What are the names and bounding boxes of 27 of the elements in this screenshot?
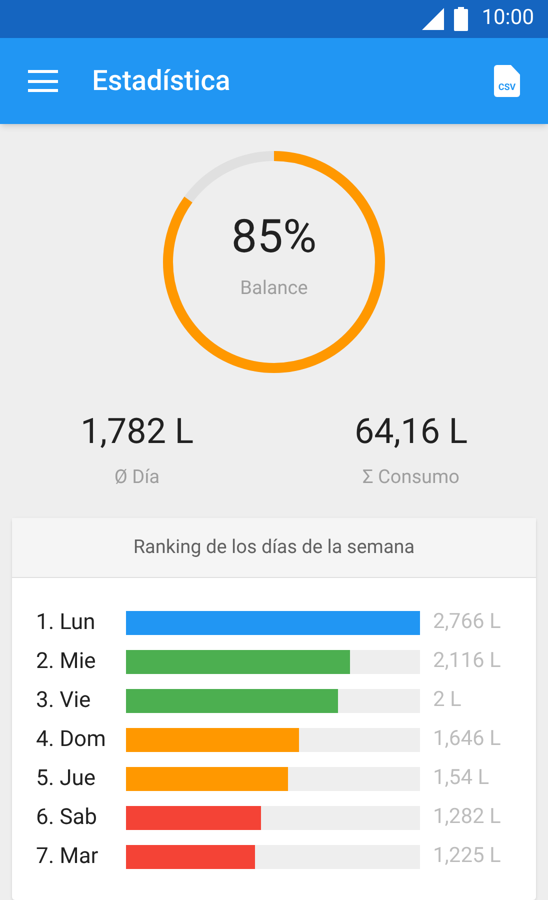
stat-value: 1,782 L — [80, 414, 194, 449]
day-label: 3. Vie — [36, 687, 92, 715]
day-value: 1,282 L — [433, 804, 501, 831]
day-label: 4. Dom — [36, 726, 107, 754]
day-label: 1. Lun — [36, 609, 96, 637]
clock: 10:00 — [482, 5, 534, 32]
day-value: 1,225 L — [433, 842, 501, 870]
day-value: 2,116 L — [433, 648, 501, 675]
day-value: 2 L — [433, 686, 462, 714]
day-value: 1,54 L — [433, 764, 490, 792]
menu-icon[interactable] — [28, 70, 58, 92]
day-label: 7. Mar — [36, 843, 100, 871]
stat-label: Σ Consumo — [362, 464, 460, 490]
csv-export-button[interactable]: CSV — [494, 65, 520, 97]
day-label: 2. Mie — [36, 648, 97, 676]
battery-icon — [454, 7, 468, 31]
stat-label: Ø Día — [114, 464, 160, 490]
day-label: 5. Jue — [36, 765, 97, 793]
day-value: 1,646 L — [433, 726, 501, 753]
ranking-title: Ranking de los días de la semana — [133, 534, 415, 560]
page-title: Estadística — [92, 63, 232, 99]
signal-icon — [422, 8, 444, 30]
day-value: 2,766 L — [433, 608, 501, 636]
balance-percentage: 85% — [231, 214, 317, 260]
day-label: 6. Sab — [36, 804, 98, 832]
stat-value: 64,16 L — [354, 414, 468, 449]
balance-label: Balance — [240, 274, 308, 301]
